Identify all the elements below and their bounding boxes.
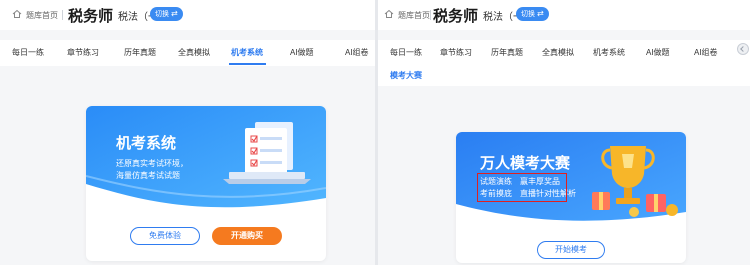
subtab-bar: 模考大赛 xyxy=(378,66,750,86)
right-panel: 题库首页 税务师 税法（一） 切换 ⇄ 每日一练 章节练习 历年真题 全真模拟 机… xyxy=(378,0,750,265)
tab-ai-practice[interactable]: AI做题 xyxy=(290,47,314,58)
free-trial-button[interactable]: 免费体验 xyxy=(130,227,200,245)
start-mock-button[interactable]: 开始模考 xyxy=(537,241,605,259)
page-title: 税务师 xyxy=(433,8,479,25)
home-link[interactable]: 题库首页 xyxy=(26,10,58,21)
card-title: 万人模考大赛 xyxy=(480,155,571,172)
card-title: 机考系统 xyxy=(116,135,177,152)
divider xyxy=(430,10,431,20)
home-link[interactable]: 题库首页 xyxy=(398,10,430,21)
switch-button[interactable]: 切换 ⇄ xyxy=(516,7,549,21)
tab-bar: 每日一练 章节练习 历年真题 全真模拟 机考系统 AI做题 AI组卷 xyxy=(0,40,375,66)
trophy-illustration xyxy=(592,146,678,217)
tab-daily[interactable]: 每日一练 xyxy=(390,47,422,58)
switch-icon: ⇄ xyxy=(537,9,544,18)
mock-contest-card: 万人模考大赛 试题演练 赢丰厚奖品 考前摸底 直播针对性解析 开始模考 xyxy=(456,132,686,263)
tab-mock[interactable]: 全真模拟 xyxy=(178,47,210,58)
tab-ai-paper[interactable]: AI组卷 xyxy=(345,47,369,58)
tab-chapter[interactable]: 章节练习 xyxy=(67,47,99,58)
tab-computer-exam[interactable]: 机考系统 xyxy=(231,47,263,58)
tab-bar: 每日一练 章节练习 历年真题 全真模拟 机考系统 AI做题 AI组卷 xyxy=(378,40,750,66)
tab-past-exams[interactable]: 历年真题 xyxy=(124,47,156,58)
tab-chapter[interactable]: 章节练习 xyxy=(440,47,472,58)
home-icon[interactable] xyxy=(12,9,22,19)
chevron-right-icon[interactable] xyxy=(737,43,749,55)
highlight-box xyxy=(477,173,567,202)
tab-past-exams[interactable]: 历年真题 xyxy=(491,47,523,58)
computer-exam-card: 机考系统 还原真实考试环境， 海量仿真考试试题 免费体验 开通购买 xyxy=(86,106,326,261)
card-desc-line2: 海量仿真考试试题 xyxy=(116,171,180,180)
home-icon[interactable] xyxy=(384,9,394,19)
left-panel: 题库首页 税务师 税法（一） 切换 ⇄ 每日一练 章节练习 历年真题 全真模拟 机… xyxy=(0,0,375,265)
header-bar: 题库首页 税务师 税法（一） 切换 ⇄ xyxy=(0,0,375,30)
document-laptop-illustration xyxy=(223,122,311,184)
switch-label: 切换 xyxy=(521,11,535,18)
tab-daily[interactable]: 每日一练 xyxy=(12,47,44,58)
tab-ai-paper[interactable]: AI组卷 xyxy=(694,47,718,58)
switch-icon: ⇄ xyxy=(171,9,178,18)
switch-label: 切换 xyxy=(155,11,169,18)
header-bar: 题库首页 税务师 税法（一） 切换 ⇄ xyxy=(378,0,750,30)
tab-computer-exam[interactable]: 机考系统 xyxy=(593,47,625,58)
switch-button[interactable]: 切换 ⇄ xyxy=(150,7,183,21)
page-title: 税务师 xyxy=(68,8,114,25)
active-tab-indicator xyxy=(229,63,266,65)
tab-mock[interactable]: 全真模拟 xyxy=(542,47,574,58)
divider xyxy=(62,10,63,20)
buy-button[interactable]: 开通购买 xyxy=(212,227,282,245)
card-desc-line1: 还原真实考试环境， xyxy=(116,159,188,168)
tab-ai-practice[interactable]: AI做题 xyxy=(646,47,670,58)
subtab-mock-contest[interactable]: 模考大赛 xyxy=(390,70,422,81)
